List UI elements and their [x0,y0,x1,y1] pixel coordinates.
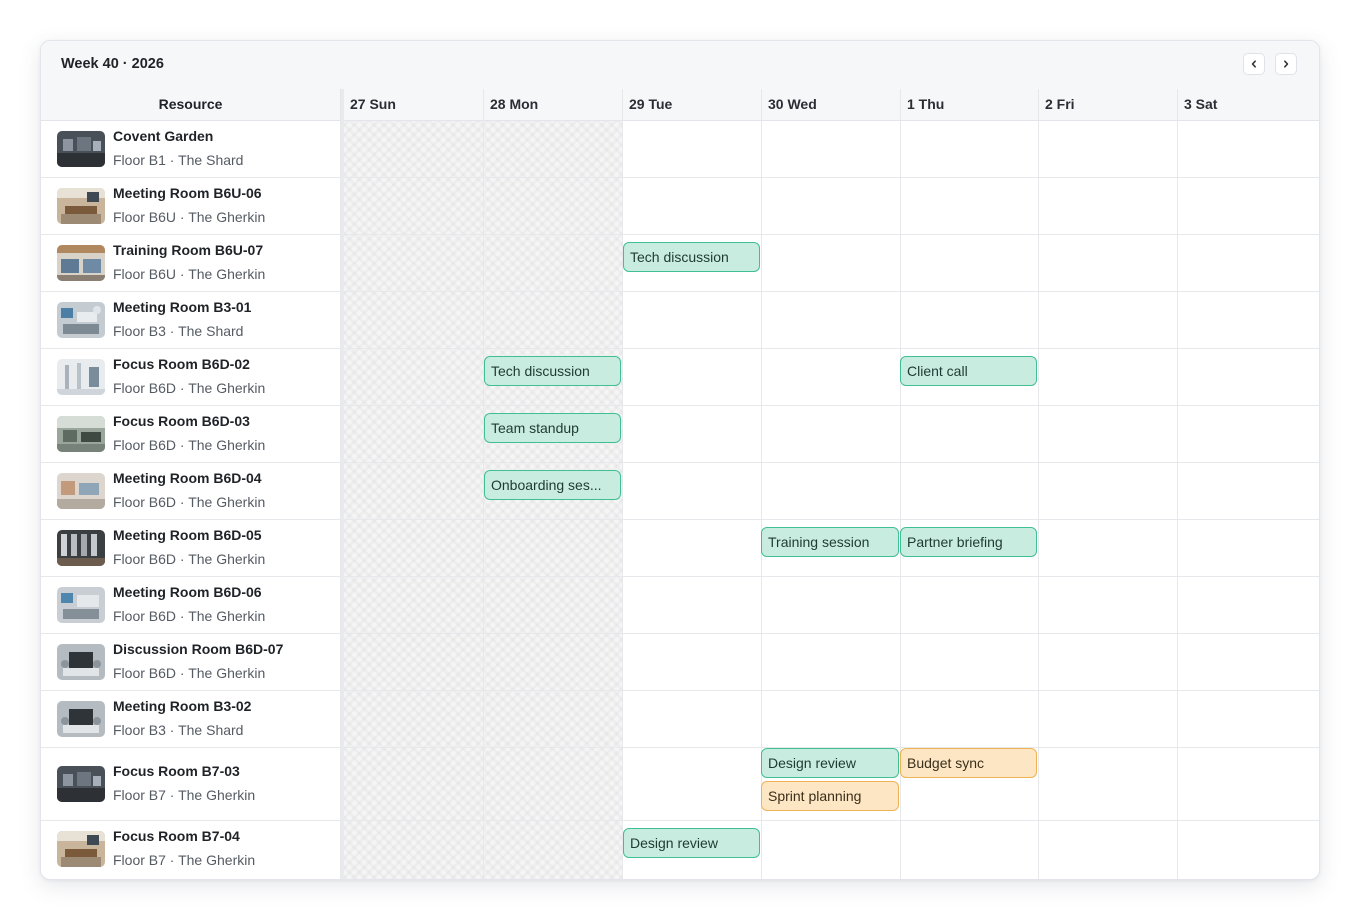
week-title: Week 40 · 2026 [61,56,164,72]
resource-cell: Covent Garden Floor B1 · The Shard [41,121,341,177]
column-splitter[interactable] [341,89,344,879]
room-thumbnail [57,245,105,281]
event-block[interactable]: Design review [623,828,760,858]
resource-cell: Meeting Room B6D-04 Floor B6D · The Gher… [41,463,341,519]
resource-cell: Training Room B6U-07 Floor B6U · The Ghe… [41,235,341,291]
resource-name: Meeting Room B6D-06 [113,584,262,600]
resource-location: Floor B7 · The Gherkin [113,787,256,803]
day-header-tue: 29 Tue [622,89,761,121]
event-block[interactable]: Team standup [484,413,621,443]
event-block[interactable]: Sprint planning [761,781,899,811]
room-thumbnail [57,831,105,867]
resource-row[interactable]: Focus Room B7-03 Floor B7 · The Gherkin [41,748,1319,821]
resource-name: Focus Room B6D-03 [113,413,250,429]
resource-row[interactable]: Covent Garden Floor B1 · The Shard [41,121,1319,178]
resource-row[interactable]: Meeting Room B6D-06 Floor B6D · The Gher… [41,577,1319,634]
resource-location: Floor B3 · The Shard [113,722,244,738]
day-header-wed: 30 Wed [761,89,900,121]
room-thumbnail [57,587,105,623]
chevron-right-icon [1284,60,1289,68]
resource-name: Focus Room B7-04 [113,828,240,844]
event-block[interactable]: Tech discussion [623,242,760,272]
scheduler-header: Week 40 · 2026 [41,41,1319,90]
resource-name: Meeting Room B6D-04 [113,470,262,486]
day-divider [1038,89,1039,879]
room-thumbnail [57,131,105,167]
resource-name: Meeting Room B6U-06 [113,185,262,201]
resource-location: Floor B6D · The Gherkin [113,494,266,510]
room-thumbnail [57,766,105,802]
resource-cell: Meeting Room B6U-06 Floor B6U · The Gher… [41,178,341,234]
resource-location: Floor B1 · The Shard [113,152,244,168]
chevron-left-icon [1251,60,1256,68]
resource-name: Discussion Room B6D-07 [113,641,284,657]
day-divider [622,89,623,879]
resource-location: Floor B6D · The Gherkin [113,380,266,396]
day-divider [1177,89,1178,879]
resource-name: Meeting Room B3-01 [113,299,252,315]
next-week-button[interactable] [1275,53,1297,75]
resource-location: Floor B6D · The Gherkin [113,437,266,453]
scheduler-card: Week 40 · 2026 Resource 27 Sun 28 Mon 29… [40,40,1320,880]
resource-name: Meeting Room B3-02 [113,698,252,714]
event-block[interactable]: Design review [761,748,899,778]
resource-column-header: Resource [41,89,341,121]
resource-cell: Discussion Room B6D-07 Floor B6D · The G… [41,634,341,690]
event-block[interactable]: Onboarding ses... [484,470,621,500]
resource-row[interactable]: Meeting Room B3-01 Floor B3 · The Shard [41,292,1319,349]
resource-name: Meeting Room B6D-05 [113,527,262,543]
resource-name: Training Room B6U-07 [113,242,264,258]
resource-cell: Meeting Room B6D-05 Floor B6D · The Gher… [41,520,341,576]
resource-cell: Focus Room B6D-02 Floor B6D · The Gherki… [41,349,341,405]
day-header-fri: 2 Fri [1038,89,1177,121]
resource-cell: Meeting Room B3-02 Floor B3 · The Shard [41,691,341,747]
resource-cell: Focus Room B7-04 Floor B7 · The Gherkin [41,821,341,879]
resource-location: Floor B6U · The Gherkin [113,266,266,282]
room-thumbnail [57,416,105,452]
resource-cell: Focus Room B7-03 Floor B7 · The Gherkin [41,748,341,820]
resource-location: Floor B6D · The Gherkin [113,665,266,681]
resource-name: Covent Garden [113,128,214,144]
resource-cell: Focus Room B6D-03 Floor B6D · The Gherki… [41,406,341,462]
day-header-mon: 28 Mon [483,89,622,121]
resource-row[interactable]: Meeting Room B3-02 Floor B3 · The Shard [41,691,1319,748]
room-thumbnail [57,188,105,224]
room-thumbnail [57,530,105,566]
resource-cell: Meeting Room B6D-06 Floor B6D · The Gher… [41,577,341,633]
room-thumbnail [57,644,105,680]
resource-name: Focus Room B7-03 [113,763,240,779]
event-block[interactable]: Training session [761,527,899,557]
resource-row[interactable]: Focus Room B6D-03 Floor B6D · The Gherki… [41,406,1319,463]
room-thumbnail [57,473,105,509]
event-block[interactable]: Client call [900,356,1037,386]
resource-row[interactable]: Meeting Room B6D-04 Floor B6D · The Gher… [41,463,1319,520]
resource-row[interactable]: Discussion Room B6D-07 Floor B6D · The G… [41,634,1319,691]
event-block[interactable]: Partner briefing [900,527,1037,557]
resource-location: Floor B6U · The Gherkin [113,209,266,225]
resource-row[interactable]: Focus Room B6D-02 Floor B6D · The Gherki… [41,349,1319,406]
resource-location: Floor B6D · The Gherkin [113,608,266,624]
day-header-sat: 3 Sat [1177,89,1319,121]
event-block[interactable]: Tech discussion [484,356,621,386]
resource-row[interactable]: Meeting Room B6U-06 Floor B6U · The Gher… [41,178,1319,235]
resource-name: Focus Room B6D-02 [113,356,250,372]
room-thumbnail [57,701,105,737]
resource-cell: Meeting Room B3-01 Floor B3 · The Shard [41,292,341,348]
resource-location: Floor B6D · The Gherkin [113,551,266,567]
prev-week-button[interactable] [1243,53,1265,75]
day-header-thu: 1 Thu [900,89,1038,121]
resource-row[interactable]: Meeting Room B6D-05 Floor B6D · The Gher… [41,520,1319,577]
room-thumbnail [57,359,105,395]
event-block[interactable]: Budget sync [900,748,1037,778]
resource-location: Floor B7 · The Gherkin [113,852,256,868]
room-thumbnail [57,302,105,338]
day-header-sun: 27 Sun [344,89,483,121]
resource-location: Floor B3 · The Shard [113,323,244,339]
